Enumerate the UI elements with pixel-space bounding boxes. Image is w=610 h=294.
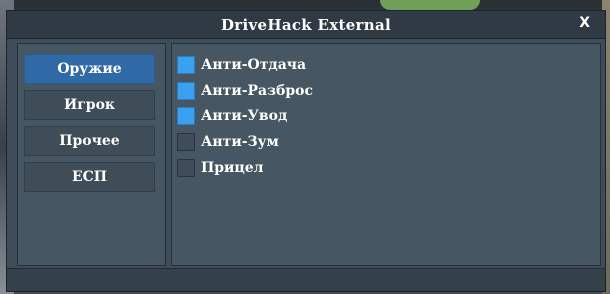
tab-misc[interactable]: Прочее: [24, 126, 155, 156]
cheat-window: DriveHack External X Оружие Игрок Прочее…: [6, 10, 606, 292]
category-sidebar: Оружие Игрок Прочее ЕСП: [17, 43, 166, 266]
option-label: Анти-Разброс: [201, 83, 314, 99]
checkbox-anti-zoom[interactable]: [177, 133, 195, 151]
checkbox-anti-recoil[interactable]: [177, 56, 195, 74]
close-button[interactable]: X: [579, 15, 590, 31]
checkbox-anti-spread[interactable]: [177, 82, 195, 100]
option-label: Анти-Зум: [201, 134, 279, 150]
window-title: DriveHack External: [221, 16, 391, 34]
option-anti-drift[interactable]: Анти-Увод: [177, 105, 287, 127]
tab-player[interactable]: Игрок: [24, 90, 155, 120]
tab-weapon[interactable]: Оружие: [24, 54, 155, 84]
option-crosshair[interactable]: Прицел: [177, 157, 264, 179]
checkbox-crosshair[interactable]: [177, 159, 195, 177]
option-label: Анти-Отдача: [201, 57, 307, 73]
background-scene-foliage: [380, 0, 480, 10]
option-label: Анти-Увод: [201, 108, 288, 124]
option-label: Прицел: [201, 160, 264, 176]
options-panel: Анти-Отдача Анти-Разброс Анти-Увод Анти-…: [171, 43, 601, 266]
title-bar[interactable]: DriveHack External X: [7, 11, 605, 39]
option-anti-recoil[interactable]: Анти-Отдача: [177, 54, 306, 76]
tab-esp[interactable]: ЕСП: [24, 162, 155, 192]
status-footer: [7, 268, 605, 291]
option-anti-zoom[interactable]: Анти-Зум: [177, 131, 279, 153]
option-anti-spread[interactable]: Анти-Разброс: [177, 80, 313, 102]
checkbox-anti-drift[interactable]: [177, 107, 195, 125]
